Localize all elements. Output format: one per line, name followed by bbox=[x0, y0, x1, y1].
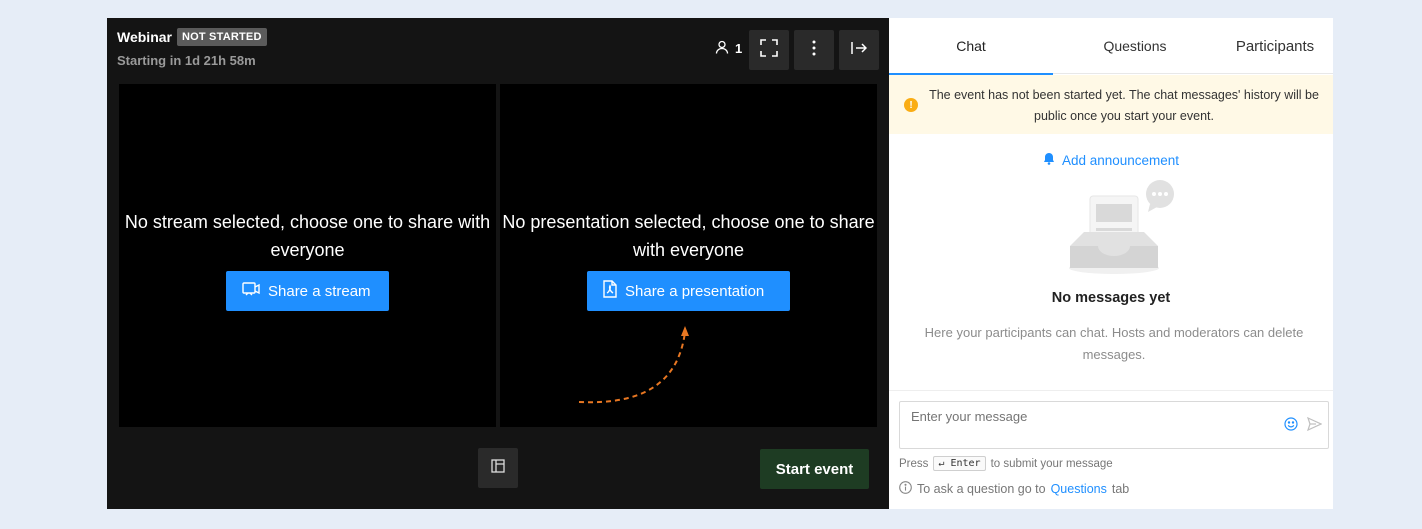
tab-questions[interactable]: Questions bbox=[1053, 18, 1217, 74]
more-options-button[interactable] bbox=[794, 30, 834, 70]
send-icon[interactable] bbox=[1306, 416, 1323, 436]
status-badge: NOT STARTED bbox=[176, 28, 267, 46]
pdf-icon bbox=[603, 280, 617, 302]
tab-participants[interactable]: Participants bbox=[1217, 18, 1333, 74]
leave-button[interactable] bbox=[839, 30, 879, 70]
enter-key: ↵ Enter bbox=[933, 456, 986, 471]
share-stream-button[interactable]: Share a stream bbox=[226, 271, 389, 311]
leave-icon bbox=[851, 41, 868, 60]
countdown-text: Starting in 1d 21h 58m bbox=[117, 53, 256, 68]
ask-suffix: tab bbox=[1111, 482, 1130, 496]
event-title: Webinar bbox=[117, 29, 172, 45]
bell-icon bbox=[1043, 152, 1055, 168]
add-announcement-link[interactable]: Add announcement bbox=[889, 152, 1333, 168]
divider bbox=[889, 390, 1333, 391]
warning-icon: ! bbox=[904, 98, 918, 112]
stage-panel: Webinar NOT STARTED Starting in 1d 21h 5… bbox=[107, 18, 889, 509]
stream-pane: No stream selected, choose one to share … bbox=[119, 84, 496, 427]
ask-prefix: To ask a question go to bbox=[917, 482, 1046, 496]
start-event-button[interactable]: Start event bbox=[760, 449, 869, 489]
submit-hint: Press ↵ Enter to submit your message bbox=[899, 456, 1113, 471]
info-icon bbox=[899, 481, 912, 497]
share-presentation-button[interactable]: Share a presentation bbox=[587, 271, 790, 311]
sidebar-tabs: Chat Questions Participants bbox=[889, 18, 1333, 75]
participant-count: 1 bbox=[735, 41, 743, 56]
stream-icon bbox=[242, 281, 260, 301]
empty-description: Here your participants can chat. Hosts a… bbox=[924, 325, 1304, 362]
message-input[interactable] bbox=[899, 401, 1329, 449]
questions-link[interactable]: Questions bbox=[1051, 482, 1107, 496]
fullscreen-icon bbox=[760, 38, 778, 62]
user-icon bbox=[715, 40, 729, 57]
title-row: Webinar NOT STARTED bbox=[117, 28, 267, 46]
stream-empty-message: No stream selected, choose one to share … bbox=[124, 212, 491, 260]
hint-rest: to submit your message bbox=[990, 457, 1113, 470]
guide-arrow bbox=[578, 326, 689, 404]
ask-question-hint: To ask a question go to Questions tab bbox=[899, 481, 1129, 497]
stage-header: Webinar NOT STARTED Starting in 1d 21h 5… bbox=[107, 18, 889, 84]
not-started-notice: ! The event has not been started yet. Th… bbox=[889, 75, 1333, 134]
tab-chat[interactable]: Chat bbox=[889, 18, 1053, 75]
layout-toggle-button[interactable] bbox=[478, 448, 518, 488]
notice-text: The event has not been started yet. The … bbox=[929, 88, 1319, 123]
chat-sidebar: Chat Questions Participants ! The event … bbox=[889, 18, 1333, 509]
layout-icon bbox=[491, 458, 505, 478]
emoji-icon[interactable] bbox=[1284, 417, 1298, 436]
add-announcement-label: Add announcement bbox=[1061, 152, 1180, 168]
presentation-empty-message: No presentation selected, choose one to … bbox=[502, 212, 875, 260]
hint-press: Press bbox=[899, 457, 929, 470]
fullscreen-button[interactable] bbox=[749, 30, 789, 70]
empty-inbox-illustration bbox=[1069, 180, 1174, 274]
more-vertical-icon bbox=[812, 40, 816, 61]
empty-title: No messages yet bbox=[1051, 290, 1171, 306]
share-presentation-label: Share a presentation bbox=[625, 282, 765, 300]
participant-counter[interactable]: 1 bbox=[715, 40, 742, 57]
share-stream-label: Share a stream bbox=[268, 282, 371, 300]
